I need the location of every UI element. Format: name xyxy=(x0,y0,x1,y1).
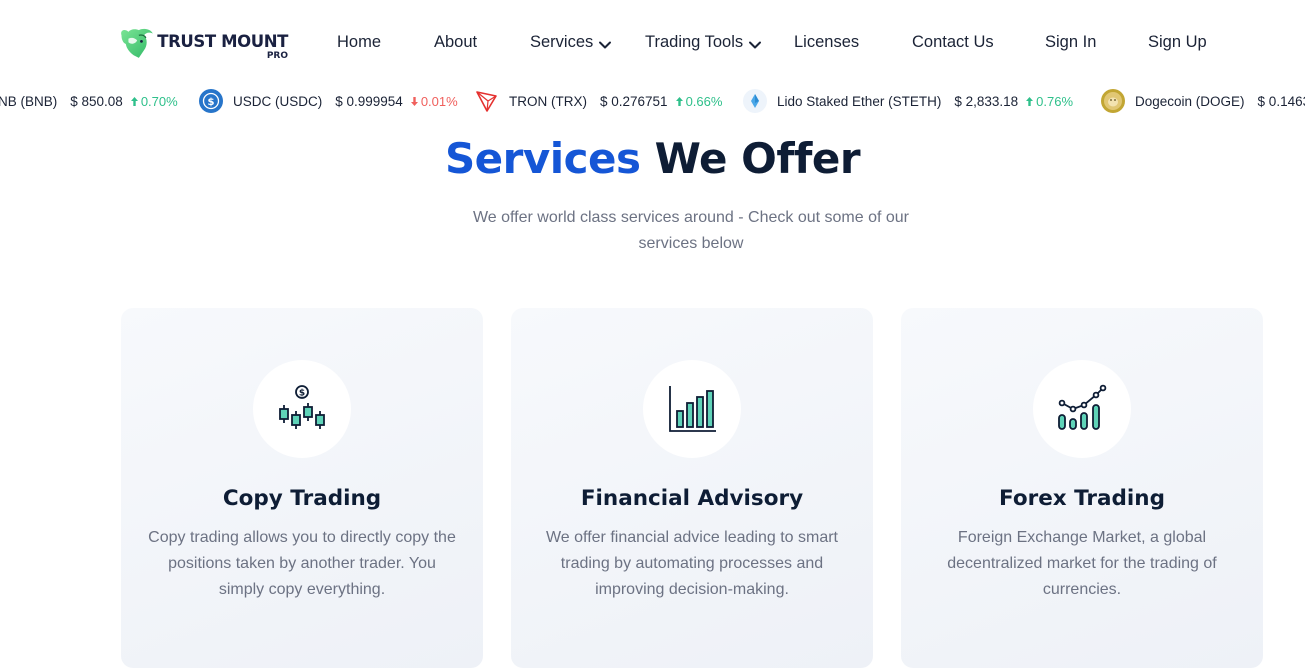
arrow-up-icon xyxy=(675,96,683,106)
ticker-item-bnb[interactable]: NB (BNB) $ 850.08 0.70% xyxy=(0,86,178,116)
arrow-up-icon xyxy=(130,96,138,106)
coin-change-value: 0.01% xyxy=(420,93,458,109)
service-icon-circle xyxy=(643,360,741,458)
section-title: Services We Offer xyxy=(0,134,1305,183)
growth-chart-icon xyxy=(1058,384,1107,430)
card-description: We offer financial advice leading to sma… xyxy=(545,529,838,598)
ticker-item-doge[interactable]: Dogecoin (DOGE) $ 0.1463 xyxy=(1101,86,1305,116)
nav-about[interactable]: About xyxy=(434,33,477,52)
chevron-down-icon xyxy=(749,41,762,48)
coin-name: Dogecoin (DOGE) xyxy=(1135,93,1245,109)
nav-services[interactable]: Services xyxy=(530,33,612,52)
coin-price: $ 0.276751 xyxy=(600,93,668,109)
bull-logo-icon xyxy=(121,28,153,58)
nav-sign-up[interactable]: Sign Up xyxy=(1148,33,1207,52)
chevron-down-icon xyxy=(599,41,612,48)
coin-change: 0.76% xyxy=(1025,94,1073,109)
service-card-financial-advisory[interactable]: Financial Advisory We offer financial ad… xyxy=(511,308,873,668)
nav-services-label: Services xyxy=(530,33,594,51)
coin-change: 0.66% xyxy=(675,93,723,109)
ticker-item-steth[interactable]: Lido Staked Ether (STETH) $ 2,833.18 0.7… xyxy=(743,86,1073,116)
service-icon-circle xyxy=(1033,360,1131,458)
card-title: Copy Trading xyxy=(222,486,382,511)
brand-name: TRUST MOUNT xyxy=(157,32,288,51)
section-title-accent: Services xyxy=(444,134,641,183)
brand-logo[interactable]: TRUST MOUNT PRO xyxy=(118,24,288,68)
card-title: Financial Advisory xyxy=(580,486,804,511)
coin-price: $ 0.999954 xyxy=(335,93,403,109)
brand-sub: PRO xyxy=(266,51,288,61)
service-card-forex-trading[interactable]: Forex Trading Foreign Exchange Market, a… xyxy=(901,308,1263,668)
section-title-rest: We Offer xyxy=(654,134,861,183)
tron-icon xyxy=(476,91,497,112)
coin-change-value: 0.66% xyxy=(685,93,723,109)
doge-icon xyxy=(1101,89,1125,113)
arrow-down-icon xyxy=(410,96,418,106)
coin-change: 0.70% xyxy=(130,94,178,109)
usdc-icon: $ xyxy=(199,89,223,113)
nav-trading-tools[interactable]: Trading Tools xyxy=(645,33,762,52)
coin-price: $ 2,833.18 xyxy=(954,93,1019,109)
coin-price: $ 0.1463 xyxy=(1257,93,1305,109)
service-icon-circle: $ xyxy=(253,360,351,458)
coin-name: TRON (TRX) xyxy=(509,93,587,109)
bar-chart-icon xyxy=(669,386,716,432)
coin-price: $ 850.08 xyxy=(70,93,123,109)
nav-sign-in[interactable]: Sign In xyxy=(1045,33,1096,52)
svg-text:$: $ xyxy=(208,97,215,108)
ticker-item-usdc[interactable]: $ USDC (USDC) $ 0.999954 0.01% xyxy=(199,86,458,116)
nav-contact[interactable]: Contact Us xyxy=(912,33,994,52)
section-subtitle: We offer world class services around - C… xyxy=(472,209,910,252)
service-card-copy-trading[interactable]: $ Copy Trading Copy trading allows you t… xyxy=(121,308,483,668)
navbar: TRUST MOUNT PRO Home About Services Trad… xyxy=(0,0,1305,86)
coin-name: Lido Staked Ether (STETH) xyxy=(777,93,942,109)
candlestick-icon: $ xyxy=(279,385,325,429)
coin-change-value: 0.76% xyxy=(1036,93,1074,109)
coin-name: USDC (USDC) xyxy=(233,93,323,109)
steth-icon xyxy=(743,89,767,113)
svg-text:$: $ xyxy=(299,389,305,399)
nav-trading-tools-label: Trading Tools xyxy=(645,33,744,51)
nav-licenses[interactable]: Licenses xyxy=(794,33,859,52)
coin-change: 0.01% xyxy=(410,94,458,109)
arrow-up-icon xyxy=(1026,96,1034,106)
coin-name: NB (BNB) xyxy=(0,93,58,109)
coin-change-value: 0.70% xyxy=(140,93,178,109)
crypto-price-ticker: NB (BNB) $ 850.08 0.70% $ USDC (USDC) $ … xyxy=(0,86,1305,116)
card-description: Foreign Exchange Market, a global decent… xyxy=(947,529,1217,598)
card-title: Forex Trading xyxy=(999,486,1165,511)
ticker-item-tron[interactable]: TRON (TRX) $ 0.276751 0.66% xyxy=(475,86,722,116)
nav-home[interactable]: Home xyxy=(337,33,381,52)
card-description: Copy trading allows you to directly copy… xyxy=(148,529,456,598)
